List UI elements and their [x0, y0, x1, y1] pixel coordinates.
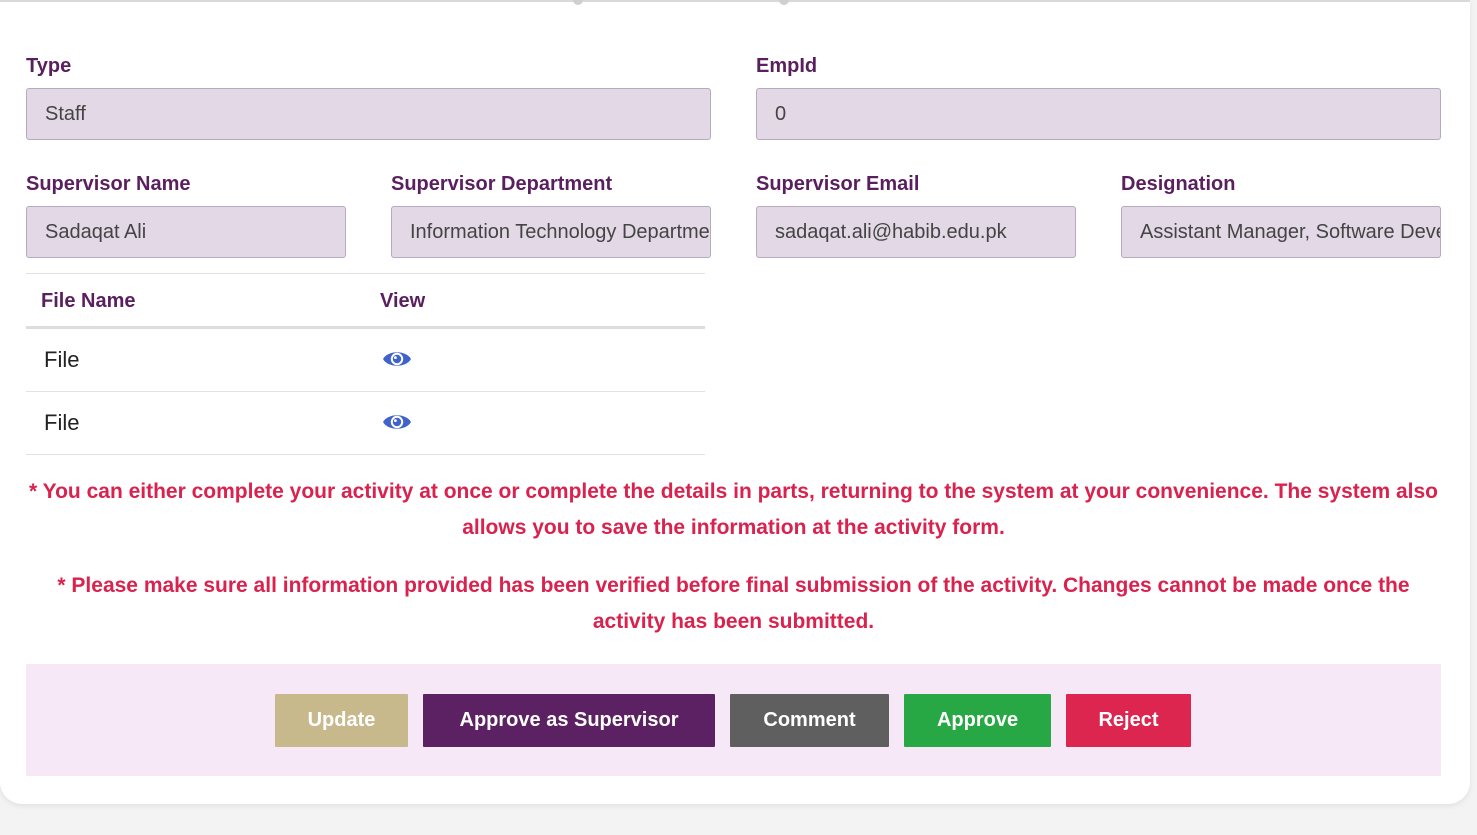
file-name: File [44, 347, 80, 372]
file-name-header: File Name [41, 290, 136, 312]
reject-button[interactable]: Reject [1066, 694, 1191, 747]
approve-as-supervisor-button[interactable]: Approve as Supervisor [423, 694, 715, 747]
empid-field[interactable]: 0 [756, 88, 1441, 140]
designation-label: Designation [1121, 173, 1236, 195]
supervisor-department-field[interactable]: Information Technology Department [391, 206, 711, 258]
files-table-header: File Name View [26, 274, 705, 329]
supervisor-name-field[interactable]: Sadaqat Ali [26, 206, 346, 258]
note-verify-before-submit: * Please make sure all information provi… [57, 574, 1410, 633]
supervisor-email-label: Supervisor Email [756, 173, 920, 195]
stepper-dot [779, 0, 789, 5]
file-name: File [44, 410, 80, 435]
view-header: View [380, 290, 426, 312]
designation-field[interactable]: Assistant Manager, Software Development [1121, 206, 1441, 258]
supervisor-name-label: Supervisor Name [26, 173, 191, 195]
approve-button[interactable]: Approve [904, 694, 1051, 747]
empid-label: EmpId [756, 55, 818, 77]
comment-button[interactable]: Comment [730, 694, 889, 747]
type-field[interactable]: Staff [26, 88, 711, 140]
supervisor-department-label: Supervisor Department [391, 173, 613, 195]
update-button[interactable]: Update [275, 694, 408, 747]
eye-icon[interactable] [382, 348, 412, 370]
action-bar: Update Approve as Supervisor Comment App… [26, 664, 1441, 776]
note-save-progress: * You can either complete your activity … [29, 480, 1438, 539]
files-table: File Name View File File [26, 273, 705, 455]
table-row: File [26, 329, 705, 392]
stepper-dot [573, 0, 583, 5]
form-card: Type Staff EmpId 0 Supervisor Name Sadaq… [0, 0, 1470, 804]
type-label: Type [26, 55, 72, 77]
table-row: File [26, 392, 705, 455]
eye-icon[interactable] [382, 411, 412, 433]
supervisor-email-field[interactable]: sadaqat.ali@habib.edu.pk [756, 206, 1076, 258]
